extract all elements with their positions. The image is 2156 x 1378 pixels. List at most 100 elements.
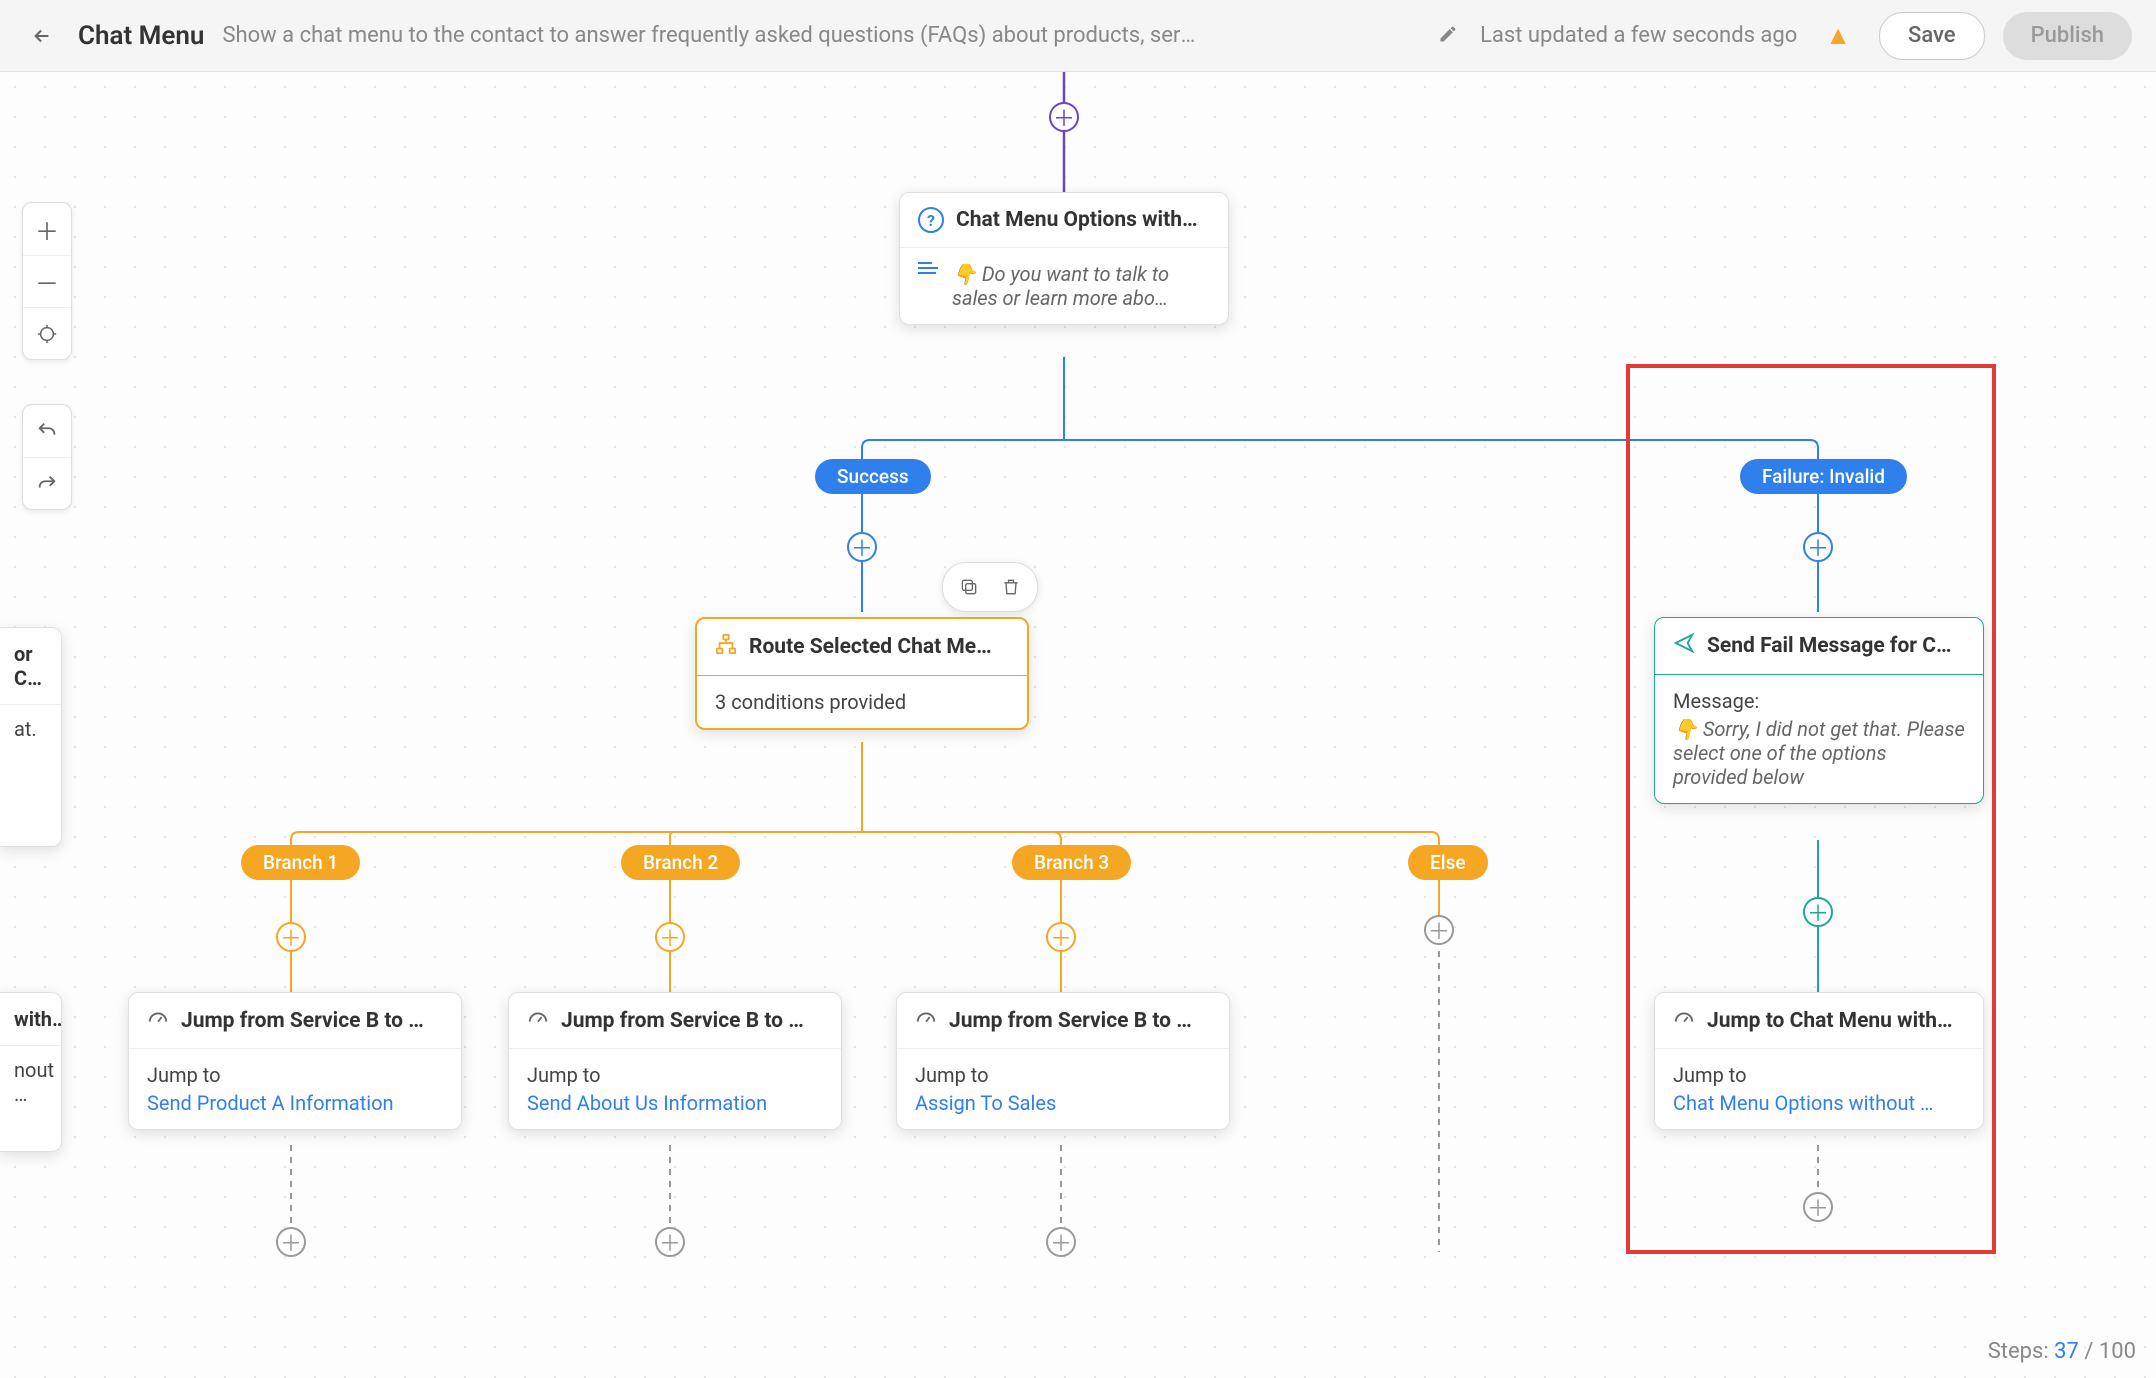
last-updated-text: Last updated a few seconds ago bbox=[1480, 23, 1797, 48]
gauge-icon bbox=[147, 1007, 169, 1034]
jump-label: Jump to bbox=[1673, 1063, 1965, 1087]
steps-counter: Steps: 37 / 100 bbox=[1988, 1339, 2136, 1364]
add-step-success[interactable]: ＋ bbox=[847, 532, 877, 562]
steps-max: 100 bbox=[2099, 1339, 2136, 1364]
send-icon bbox=[1673, 632, 1695, 660]
canvas-toolbar: ＋ － bbox=[22, 202, 72, 510]
partial-title: with… bbox=[0, 993, 61, 1046]
workflow-canvas[interactable]: ＋ － bbox=[0, 72, 2156, 1378]
add-step-after-jump3[interactable]: ＋ bbox=[1046, 1227, 1076, 1257]
node-header: Jump from Service B to … bbox=[129, 993, 461, 1049]
redo-button[interactable] bbox=[23, 457, 71, 509]
gauge-icon bbox=[915, 1007, 937, 1034]
jump-target[interactable]: Send About Us Information bbox=[527, 1091, 823, 1115]
add-step-branch2[interactable]: ＋ bbox=[655, 922, 685, 952]
partial-node-left-2[interactable]: with… nout … bbox=[0, 992, 62, 1152]
node-header: Route Selected Chat Me… bbox=[697, 619, 1027, 676]
add-step-after-jump1[interactable]: ＋ bbox=[276, 1227, 306, 1257]
node-header: Jump to Chat Menu with… bbox=[1655, 993, 1983, 1049]
back-button[interactable] bbox=[24, 18, 60, 54]
add-step-after-jump2[interactable]: ＋ bbox=[655, 1227, 685, 1257]
zoom-out-button[interactable]: － bbox=[23, 255, 71, 307]
steps-sep: / bbox=[2084, 1339, 2099, 1364]
list-icon bbox=[918, 262, 938, 274]
header-bar: Chat Menu Show a chat menu to the contac… bbox=[0, 0, 2156, 72]
delete-node-button[interactable] bbox=[993, 569, 1029, 605]
node-header: Jump from Service B to … bbox=[509, 993, 841, 1049]
add-step-else[interactable]: ＋ bbox=[1424, 915, 1454, 945]
jump-label: Jump to bbox=[915, 1063, 1211, 1087]
pencil-icon bbox=[1438, 24, 1458, 48]
node-jump-branch2[interactable]: Jump from Service B to … Jump to Send Ab… bbox=[508, 992, 842, 1130]
node-jump-branch3[interactable]: Jump from Service B to … Jump to Assign … bbox=[896, 992, 1230, 1130]
undo-icon bbox=[36, 420, 58, 442]
node-chat-menu-options[interactable]: ? Chat Menu Options with… 👇 Do you want … bbox=[899, 192, 1229, 325]
jump-target[interactable]: Send Product A Information bbox=[147, 1091, 443, 1115]
node-body: Jump to Send About Us Information bbox=[509, 1049, 841, 1129]
node-action-toolbar bbox=[942, 562, 1038, 612]
partial-link[interactable]: nout … bbox=[14, 1058, 47, 1106]
pill-branch1[interactable]: Branch 1 bbox=[241, 845, 360, 880]
add-step-branch1[interactable]: ＋ bbox=[276, 922, 306, 952]
copy-icon bbox=[959, 577, 979, 597]
gauge-icon bbox=[1673, 1007, 1695, 1034]
add-step-branch3[interactable]: ＋ bbox=[1046, 922, 1076, 952]
node-jump-fail[interactable]: Jump to Chat Menu with… Jump to Chat Men… bbox=[1654, 992, 1984, 1130]
partial-title: or C… bbox=[0, 628, 61, 705]
node-body: Jump to Send Product A Information bbox=[129, 1049, 461, 1129]
add-step-after-fail-msg[interactable]: ＋ bbox=[1803, 897, 1833, 927]
node-body: Jump to Chat Menu Options without … bbox=[1655, 1049, 1983, 1129]
node-message: 👇 Sorry, I did not get that. Please sele… bbox=[1673, 717, 1965, 789]
branch-icon bbox=[715, 633, 737, 661]
zoom-in-button[interactable]: ＋ bbox=[23, 203, 71, 255]
undo-button[interactable] bbox=[23, 405, 71, 457]
page-title: Chat Menu bbox=[78, 21, 204, 51]
center-view-button[interactable] bbox=[23, 307, 71, 359]
node-jump-branch1[interactable]: Jump from Service B to … Jump to Send Pr… bbox=[128, 992, 462, 1130]
jump-label: Jump to bbox=[527, 1063, 823, 1087]
duplicate-node-button[interactable] bbox=[951, 569, 987, 605]
partial-node-left-1[interactable]: or C… at. bbox=[0, 627, 62, 847]
pill-success[interactable]: Success bbox=[815, 459, 931, 494]
node-title: Send Fail Message for C… bbox=[1707, 634, 1952, 658]
gauge-icon bbox=[527, 1007, 549, 1034]
message-label: Message: bbox=[1673, 689, 1965, 713]
save-button[interactable]: Save bbox=[1879, 12, 1985, 60]
node-title: Jump from Service B to … bbox=[561, 1009, 804, 1033]
steps-label: Steps: bbox=[1988, 1339, 2049, 1364]
redo-icon bbox=[36, 473, 58, 495]
partial-body: at. bbox=[14, 717, 47, 741]
node-body: Message: 👇 Sorry, I did not get that. Pl… bbox=[1655, 675, 1983, 803]
node-send-fail-message[interactable]: Send Fail Message for C… Message: 👇 Sorr… bbox=[1654, 617, 1984, 804]
node-title: Route Selected Chat Me… bbox=[749, 635, 992, 659]
pill-branch3[interactable]: Branch 3 bbox=[1012, 845, 1131, 880]
add-step-top[interactable]: ＋ bbox=[1049, 102, 1079, 132]
question-icon: ? bbox=[918, 207, 944, 233]
add-step-after-jump-fail[interactable]: ＋ bbox=[1803, 1192, 1833, 1222]
warning-icon[interactable]: ▲ bbox=[1825, 20, 1851, 51]
node-route-selected[interactable]: Route Selected Chat Me… 3 conditions pro… bbox=[695, 617, 1029, 730]
jump-label: Jump to bbox=[147, 1063, 443, 1087]
node-title: Jump from Service B to … bbox=[949, 1009, 1192, 1033]
page-description: Show a chat menu to the contact to answe… bbox=[222, 23, 1202, 48]
arrow-left-icon bbox=[31, 25, 53, 47]
node-title: Jump from Service B to … bbox=[181, 1009, 424, 1033]
add-step-failure[interactable]: ＋ bbox=[1803, 532, 1833, 562]
pill-failure[interactable]: Failure: Invalid bbox=[1740, 459, 1907, 494]
steps-current: 37 bbox=[2054, 1339, 2079, 1364]
node-header: Send Fail Message for C… bbox=[1655, 618, 1983, 675]
jump-target[interactable]: Assign To Sales bbox=[915, 1091, 1211, 1115]
crosshair-icon bbox=[36, 323, 58, 345]
node-body: 👇 Do you want to talk to sales or learn … bbox=[900, 248, 1228, 324]
node-title: Jump to Chat Menu with… bbox=[1707, 1009, 1953, 1033]
node-body: 3 conditions provided bbox=[697, 676, 1027, 728]
pill-else[interactable]: Else bbox=[1408, 845, 1488, 880]
node-body: Jump to Assign To Sales bbox=[897, 1049, 1229, 1129]
publish-button[interactable]: Publish bbox=[2003, 12, 2132, 60]
node-header: Jump from Service B to … bbox=[897, 993, 1229, 1049]
node-title: Chat Menu Options with… bbox=[956, 208, 1198, 232]
node-message: 👇 Do you want to talk to sales or learn … bbox=[952, 262, 1210, 310]
pill-branch2[interactable]: Branch 2 bbox=[621, 845, 740, 880]
jump-target[interactable]: Chat Menu Options without … bbox=[1673, 1091, 1965, 1115]
trash-icon bbox=[1001, 577, 1021, 597]
